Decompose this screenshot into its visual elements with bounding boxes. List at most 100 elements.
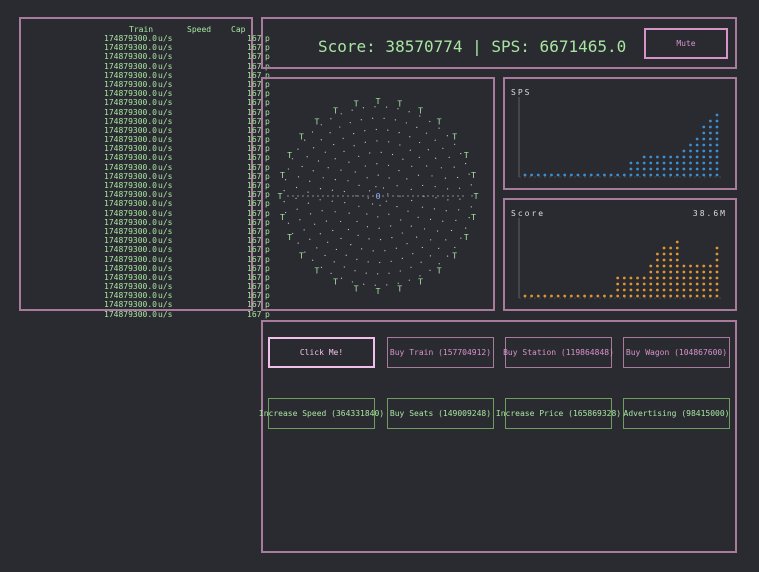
track-dot — [460, 237, 462, 239]
track-dot — [468, 173, 470, 175]
sps-chart-point — [715, 167, 719, 171]
score-chart-point — [530, 294, 534, 298]
track-dot — [408, 279, 410, 281]
score-chart-point — [662, 252, 666, 256]
train-marker: T — [418, 278, 423, 287]
track-dot — [399, 270, 401, 272]
track-dot — [429, 120, 431, 123]
track-dot — [392, 195, 394, 197]
increase-price-button[interactable]: Increase Price (165869328) — [496, 398, 621, 429]
click-me-button[interactable]: Click Me! — [268, 337, 375, 368]
sps-chart-point — [662, 161, 666, 165]
score-chart-point — [695, 294, 699, 298]
score-chart-point — [708, 270, 712, 274]
score-chart-point — [675, 276, 679, 280]
score-chart-point — [702, 270, 706, 274]
track-dot — [445, 210, 447, 212]
train-marker: T — [280, 171, 285, 180]
sps-chart-point — [609, 173, 613, 177]
track-dot — [366, 226, 369, 228]
track-dot — [309, 213, 312, 215]
train-speed: 174879300.0 — [104, 98, 157, 108]
train-marker: T — [452, 251, 457, 260]
score-chart-point — [622, 282, 626, 286]
track-dot — [429, 269, 431, 271]
track-dot — [356, 258, 358, 261]
track-dot — [327, 195, 329, 197]
track-dot — [307, 195, 309, 197]
track-dot — [304, 139, 306, 141]
track-dot — [375, 128, 377, 131]
track-dot — [442, 220, 444, 222]
score-chart-point — [669, 276, 673, 280]
track-dot — [297, 195, 299, 197]
track-dot — [398, 131, 400, 134]
track-dot — [287, 195, 289, 197]
track-dot — [344, 202, 346, 204]
track-dot — [307, 191, 309, 193]
sps-chart-point — [689, 149, 692, 153]
train-speed-unit: u/s — [158, 34, 173, 43]
track-dot — [407, 195, 409, 197]
buy-seats-button[interactable]: Buy Seats (149009248) — [387, 398, 494, 429]
train-speed: 174879300.0 — [104, 217, 157, 227]
score-chart-point — [702, 288, 706, 292]
sps-chart-point — [642, 173, 646, 177]
train-capacity: 167 — [247, 162, 262, 172]
train-speed: 174879300.0 — [104, 43, 157, 53]
buy-wagon-button[interactable]: Buy Wagon (104867600) — [623, 337, 730, 368]
track-dot — [396, 185, 398, 187]
advertising-button[interactable]: Advertising (98415000) — [623, 398, 730, 429]
train-speed: 174879300.0 — [104, 236, 157, 246]
sps-chart-point — [708, 167, 712, 171]
track-dot — [387, 164, 390, 166]
sps-chart-point — [708, 119, 712, 123]
sps-chart-panel: SPS — [503, 77, 737, 190]
buy-train-button[interactable]: Buy Train (157704912) — [387, 337, 494, 368]
train-row: 174879300.0 u/s 167 p — [21, 34, 270, 43]
increase-speed-button[interactable]: Increase Speed (364331840) — [259, 398, 384, 429]
train-speed: 174879300.0 — [104, 245, 157, 255]
track-dot — [358, 184, 360, 186]
train-marker: T — [452, 133, 457, 142]
sps-chart-point — [530, 173, 534, 177]
sps-chart-point — [656, 161, 659, 165]
train-speed: 174879300.0 — [104, 61, 157, 71]
train-p-marker: p — [265, 309, 270, 319]
buy-station-button[interactable]: Buy Station (119864848) — [503, 337, 614, 368]
score-chart-point — [662, 270, 666, 274]
sps-chart-point — [656, 173, 659, 177]
track-dot — [379, 204, 381, 206]
score-chart-point — [536, 294, 540, 298]
train-marker: T — [437, 266, 442, 275]
score-chart-point — [682, 276, 686, 280]
mute-button[interactable]: Mute — [644, 28, 728, 59]
track-dot — [421, 206, 424, 208]
score-chart-point — [689, 276, 692, 280]
train-capacity: 167 — [247, 171, 262, 181]
track-dot — [429, 218, 432, 220]
sps-chart-point — [689, 161, 692, 165]
sps-chart-point — [695, 155, 699, 159]
track-dot — [283, 201, 285, 203]
train-capacity: 167 — [247, 217, 262, 227]
train-speed-unit: u/s — [158, 79, 173, 89]
train-row: 174879300.0 u/s 167 p — [21, 310, 270, 319]
track-dot — [364, 165, 366, 167]
sps-chart-point — [689, 173, 692, 177]
track-dot — [306, 156, 308, 158]
score-chart-point — [675, 270, 679, 274]
score-chart-point — [675, 240, 679, 244]
score-chart-point — [675, 282, 679, 286]
score-chart-point — [616, 276, 620, 280]
score-chart-point — [656, 288, 659, 292]
score-chart-point — [669, 258, 673, 262]
track-dot — [314, 223, 316, 225]
train-marker: T — [278, 192, 283, 201]
track-dot — [396, 206, 398, 208]
score-chart-point — [675, 252, 679, 256]
track-dot — [351, 109, 353, 111]
sps-chart-point — [695, 143, 699, 147]
train-row: 174879300.0 u/s 167 p — [21, 52, 270, 61]
track-dot — [340, 169, 342, 171]
